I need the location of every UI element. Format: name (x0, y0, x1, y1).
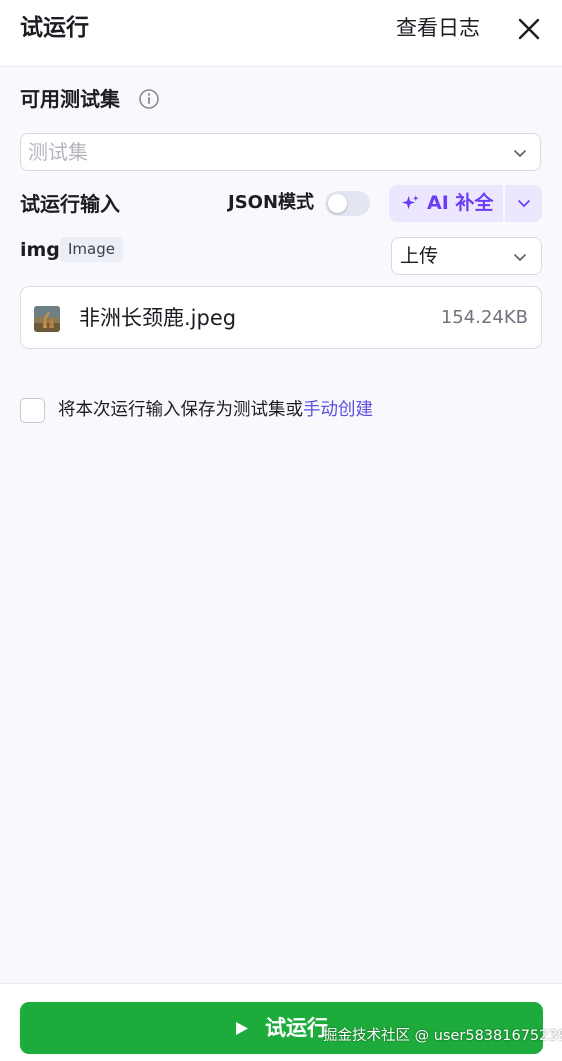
ai-fill-button[interactable]: AI 补全 (389, 185, 503, 222)
ai-fill-label: AI 补全 (427, 192, 494, 214)
chevron-down-icon (518, 200, 530, 207)
watermark-text: 掘金技术社区 @ user5838167523996 (323, 1028, 562, 1044)
upload-mode-select[interactable]: 上传 (391, 237, 542, 275)
info-icon[interactable] (138, 88, 160, 110)
run-button-label: 试运行 (265, 1016, 328, 1040)
play-icon (236, 1022, 248, 1035)
close-icon (518, 18, 540, 40)
test-set-select[interactable]: 测试集 (20, 133, 541, 171)
file-name: 非洲长颈鹿.jpeg (79, 306, 237, 330)
image-thumbnail (34, 306, 60, 332)
param-name: img (20, 239, 60, 261)
save-as-test-set-checkbox[interactable] (20, 398, 45, 423)
json-mode-toggle[interactable] (325, 191, 370, 216)
page-title: 试运行 (20, 15, 89, 41)
chevron-down-icon (514, 254, 526, 261)
save-as-test-set-label: 将本次运行输入保存为测试集或 (58, 400, 303, 420)
save-as-test-set-text: 将本次运行输入保存为测试集或手动创建 (58, 397, 373, 423)
test-set-placeholder: 测试集 (28, 140, 88, 164)
file-size: 154.24KB (440, 307, 528, 328)
view-log-button[interactable]: 查看日志 (396, 12, 480, 44)
upload-mode-value: 上传 (400, 245, 439, 267)
toggle-knob (328, 194, 347, 213)
ai-fill-menu-button[interactable] (504, 185, 542, 222)
test-set-label: 可用测试集 (20, 87, 120, 111)
panel-header: 试运行 查看日志 (0, 0, 562, 67)
json-mode-label: JSON模式 (228, 192, 315, 213)
chevron-down-icon (514, 150, 526, 157)
param-type-badge: Image (60, 237, 123, 262)
close-button[interactable] (514, 14, 544, 44)
manual-create-link[interactable]: 手动创建 (303, 400, 373, 420)
run-input-label: 试运行输入 (20, 192, 120, 216)
sparkle-icon (401, 195, 419, 210)
uploaded-file-card[interactable]: 非洲长颈鹿.jpeg 154.24KB (20, 286, 542, 349)
